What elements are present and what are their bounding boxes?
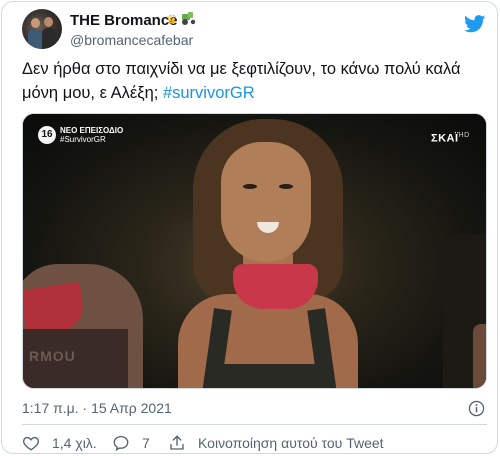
divider	[22, 424, 487, 425]
like-count: 1,4 χιλ.	[52, 435, 97, 451]
share-label: Κοινοποίηση αυτού του Tweet	[198, 435, 384, 451]
tweet-card[interactable]: THE Bromance ♛ @bromancecafebar Δεν ήρθα…	[1, 1, 498, 454]
author-display-name[interactable]: THE Bromance	[70, 12, 178, 29]
author-handle[interactable]: @bromancecafebar	[70, 32, 193, 48]
share-icon	[170, 435, 184, 450]
tweet-timestamp[interactable]: 1:17 π.μ. · 15 Απρ 2021	[22, 400, 172, 416]
crown-emoji-icon: ♛	[166, 12, 178, 27]
channel-logo: ΣΚΑΪHD	[431, 132, 470, 145]
tractor-emoji-icon	[182, 12, 196, 25]
channel-hd: HD	[458, 132, 470, 139]
reply-count: 7	[142, 435, 150, 451]
reply-button[interactable]: 7	[112, 433, 150, 453]
avatar[interactable]	[22, 9, 62, 49]
reply-icon	[113, 435, 129, 452]
shirt-logo: RMOU	[29, 348, 76, 364]
episode-badge-line2: #SurvivorGR	[60, 135, 106, 144]
tweet-media-image[interactable]: RMOU 16 ΝΕΟ ΕΠΕΙΣΟΔΙΟ #SurvivorGR ΣΚΑΪHD	[22, 113, 487, 389]
info-icon[interactable]	[468, 400, 485, 417]
twitter-logo-icon[interactable]	[464, 15, 486, 33]
episode-badge: ΝΕΟ ΕΠΕΙΣΟΔΙΟ #SurvivorGR	[60, 126, 123, 144]
like-button[interactable]: 1,4 χιλ.	[22, 433, 97, 453]
channel-age-rating-icon: 16	[38, 126, 56, 144]
episode-badge-line1: ΝΕΟ ΕΠΕΙΣΟΔΙΟ	[60, 126, 124, 135]
channel-name: ΣΚΑΪ	[431, 132, 459, 145]
tweet-text: Δεν ήρθα στο παιχνίδι να με ξεφτιλίζουν,…	[22, 57, 482, 105]
share-button[interactable]: Κοινοποίηση αυτού του Tweet	[168, 433, 384, 453]
hashtag-link[interactable]: #survivorGR	[163, 84, 255, 102]
heart-icon	[22, 436, 40, 451]
